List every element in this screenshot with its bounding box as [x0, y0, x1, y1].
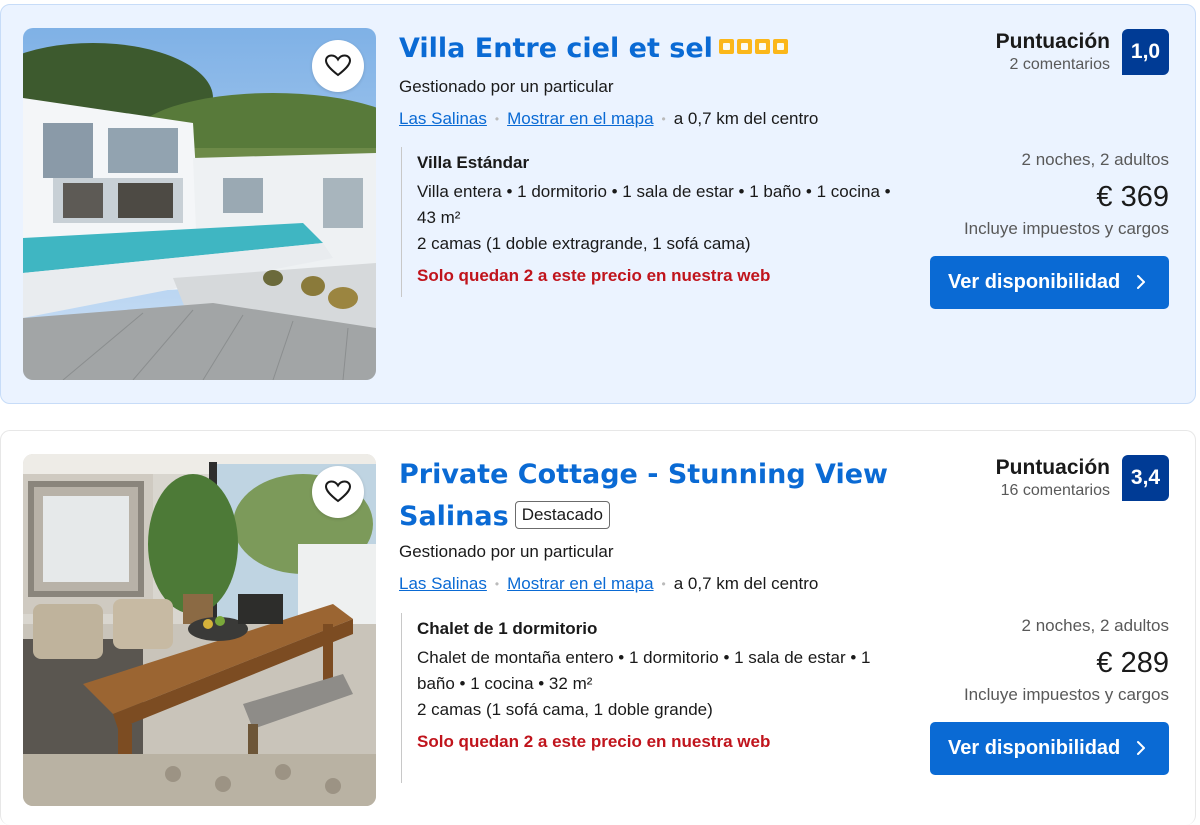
separator: •: [494, 577, 500, 591]
room-info: Villa Estándar Villa entera • 1 dormitor…: [401, 147, 901, 297]
favorite-button[interactable]: [312, 466, 364, 518]
price: € 289: [1096, 647, 1169, 679]
heart-outline-icon: [325, 54, 351, 77]
scarcity-message: Solo quedan 2 a este precio en nuestra w…: [417, 266, 771, 285]
review-count: 16 comentarios: [1000, 482, 1110, 499]
score-badge: 3,4: [1122, 455, 1169, 501]
heart-outline-icon: [325, 480, 351, 503]
room-description: Villa entera • 1 dormitorio • 1 sala de …: [417, 182, 891, 227]
stay-details: 2 noches, 2 adultos: [1021, 150, 1169, 169]
review-score[interactable]: Puntuación 16 comentarios 3,4: [996, 455, 1169, 501]
cta-label: Ver disponibilidad: [948, 737, 1121, 759]
location-row: Las Salinas • Mostrar en el mapa • a 0,7…: [399, 109, 818, 129]
scarcity-message: Solo quedan 2 a este precio en nuestra w…: [417, 732, 771, 751]
featured-badge: Destacado: [514, 500, 610, 529]
managed-by-text: Gestionado por un particular: [399, 542, 614, 561]
distance-text: a 0,7 km del centro: [673, 574, 819, 593]
property-card: Villa Entre ciel et sel Gestionado por u…: [0, 4, 1196, 404]
room-name: Chalet de 1 dormitorio: [417, 619, 598, 638]
separator: •: [494, 112, 500, 126]
distance-text: a 0,7 km del centro: [673, 109, 819, 128]
score-text: Puntuación 16 comentarios: [996, 455, 1110, 501]
property-title[interactable]: Private Cottage - Stunning View: [399, 459, 888, 490]
star-icon: [718, 39, 734, 54]
cta-label: Ver disponibilidad: [948, 271, 1121, 293]
score-text: Puntuación 2 comentarios: [996, 29, 1110, 75]
property-title-block: Villa Entre ciel et sel: [399, 28, 788, 70]
room-description: Chalet de montaña entero • 1 dormitorio …: [417, 648, 871, 693]
price-block: 2 noches, 2 adultos € 369 Incluye impues…: [964, 147, 1169, 241]
room-info: Chalet de 1 dormitorio Chalet de montaña…: [401, 613, 901, 783]
location-link[interactable]: Las Salinas: [399, 574, 487, 594]
location-link[interactable]: Las Salinas: [399, 109, 487, 129]
review-count: 2 comentarios: [1009, 56, 1111, 73]
favorite-button[interactable]: [312, 40, 364, 92]
star-icon: [736, 39, 752, 54]
room-name: Villa Estándar: [417, 153, 530, 172]
bed-info: 2 camas (1 doble extragrande, 1 sofá cam…: [417, 234, 751, 253]
separator: •: [661, 577, 666, 591]
property-title-continued[interactable]: Salinas: [399, 501, 509, 532]
score-label: Puntuación: [995, 456, 1110, 479]
taxes-note: Incluye impuestos y cargos: [963, 219, 1169, 238]
stay-details: 2 noches, 2 adultos: [1021, 616, 1169, 635]
bed-info: 2 camas (1 sofá cama, 1 doble grande): [417, 700, 713, 719]
chevron-right-icon: [1137, 741, 1145, 755]
managed-by-text: Gestionado por un particular: [399, 77, 614, 96]
taxes-note: Incluye impuestos y cargos: [963, 685, 1169, 704]
property-card: Private Cottage - Stunning View Salinas D…: [0, 430, 1196, 825]
see-availability-button[interactable]: Ver disponibilidad: [930, 256, 1169, 309]
show-on-map-link[interactable]: Mostrar en el mapa: [507, 109, 653, 129]
property-title-block: Private Cottage - Stunning View Salinas D…: [399, 454, 899, 538]
price: € 369: [1096, 181, 1169, 213]
show-on-map-link[interactable]: Mostrar en el mapa: [507, 574, 653, 594]
star-icon: [754, 39, 770, 54]
star-icon: [772, 39, 788, 54]
score-label: Puntuación: [995, 30, 1110, 53]
property-photo[interactable]: [23, 28, 376, 380]
location-row: Las Salinas • Mostrar en el mapa • a 0,7…: [399, 574, 818, 594]
property-title[interactable]: Villa Entre ciel et sel: [399, 33, 713, 64]
price-block: 2 noches, 2 adultos € 289 Incluye impues…: [964, 613, 1169, 707]
separator: •: [661, 112, 666, 126]
see-availability-button[interactable]: Ver disponibilidad: [930, 722, 1169, 775]
chevron-right-icon: [1137, 275, 1145, 289]
property-photo[interactable]: [23, 454, 376, 806]
review-score[interactable]: Puntuación 2 comentarios 1,0: [996, 29, 1169, 75]
star-rating: [718, 39, 788, 54]
score-badge: 1,0: [1122, 29, 1169, 75]
